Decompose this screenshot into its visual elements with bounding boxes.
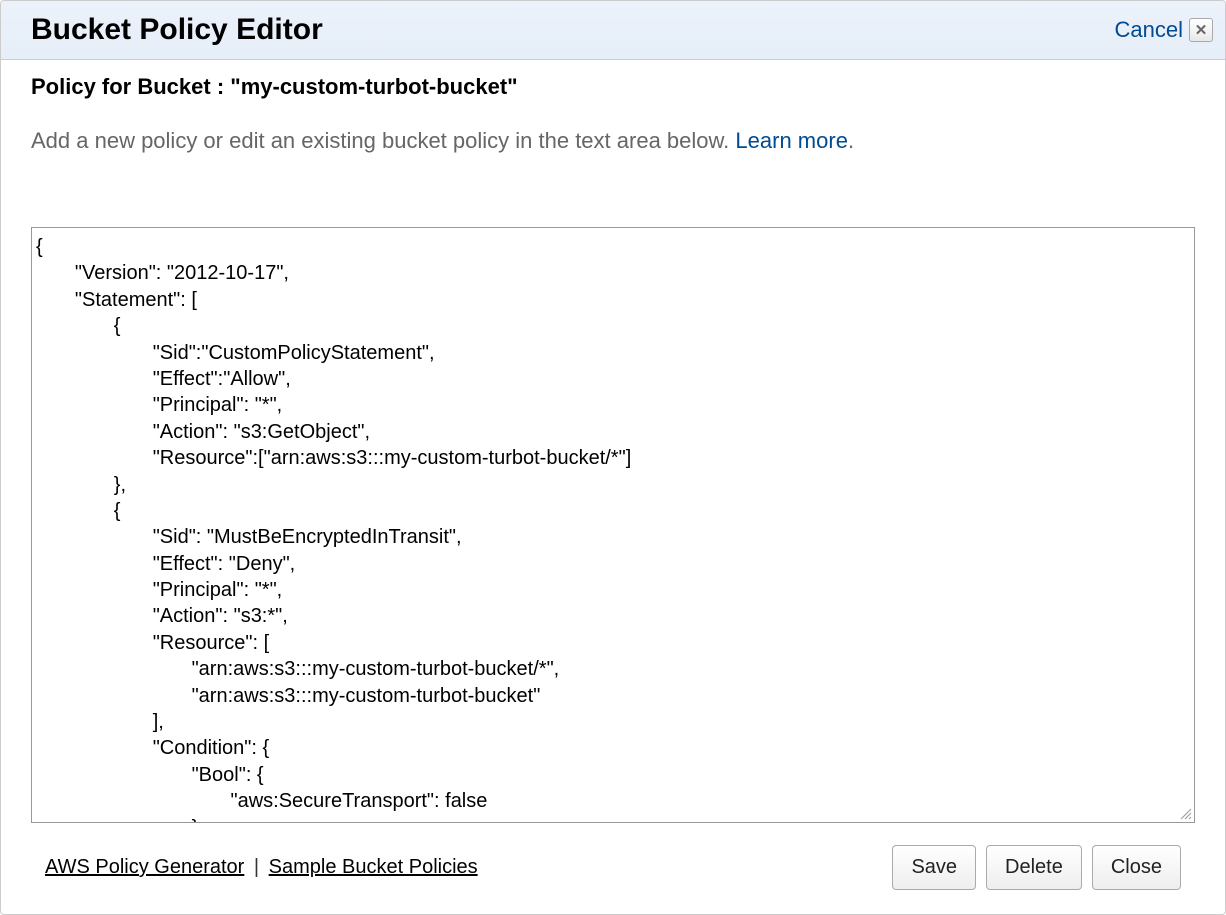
footer-separator: |	[254, 856, 259, 878]
sample-policies-link[interactable]: Sample Bucket Policies	[269, 856, 478, 878]
delete-button[interactable]: Delete	[986, 845, 1082, 890]
bucket-policy-dialog: Bucket Policy Editor Cancel ✕ Policy for…	[0, 0, 1226, 915]
policy-textarea[interactable]	[32, 228, 1194, 822]
header-actions: Cancel ✕	[1115, 17, 1213, 43]
policy-generator-link[interactable]: AWS Policy Generator	[45, 856, 244, 878]
policy-subtitle: Policy for Bucket : "my-custom-turbot-bu…	[31, 74, 1195, 100]
save-button[interactable]: Save	[892, 845, 976, 890]
dialog-title: Bucket Policy Editor	[31, 13, 323, 47]
button-group: Save Delete Close	[892, 845, 1181, 890]
description-text: Add a new policy or edit an existing buc…	[31, 128, 735, 153]
dialog-header: Bucket Policy Editor Cancel ✕	[1, 1, 1225, 60]
policy-editor-container	[31, 227, 1195, 823]
cancel-link[interactable]: Cancel	[1115, 17, 1183, 43]
description-row: Add a new policy or edit an existing buc…	[31, 124, 1195, 157]
description-tail: .	[848, 128, 854, 153]
close-button[interactable]: Close	[1092, 845, 1181, 890]
close-icon[interactable]: ✕	[1189, 18, 1213, 42]
learn-more-link[interactable]: Learn more	[735, 128, 848, 153]
footer-links: AWS Policy Generator | Sample Bucket Pol…	[45, 856, 478, 879]
dialog-footer: AWS Policy Generator | Sample Bucket Pol…	[31, 823, 1195, 908]
dialog-content: Policy for Bucket : "my-custom-turbot-bu…	[1, 60, 1225, 914]
